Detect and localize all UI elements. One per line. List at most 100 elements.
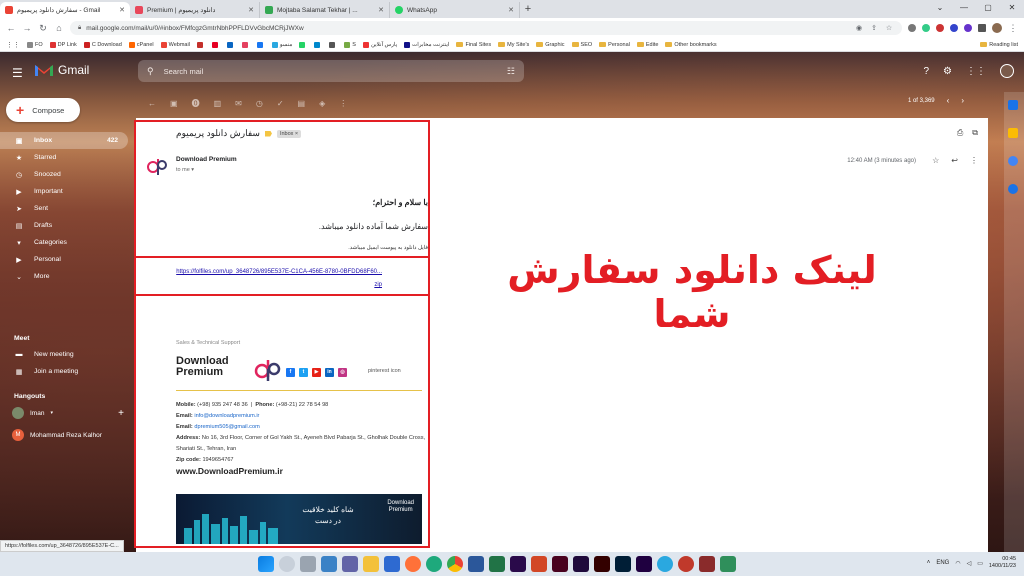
puzzle-icon[interactable] [978, 24, 986, 32]
bookmark-item[interactable] [226, 41, 235, 48]
minimize-icon[interactable]: — [952, 0, 976, 18]
bookmark-item[interactable] [256, 41, 265, 48]
profile-avatar[interactable] [992, 23, 1002, 33]
language-indicator[interactable]: ENG [936, 560, 949, 566]
close-tab-icon[interactable]: ✕ [119, 6, 125, 14]
close-tab-icon[interactable]: ✕ [508, 6, 514, 14]
powerpoint-icon[interactable] [531, 556, 547, 572]
dropdown-icon[interactable]: ⌄ [928, 0, 952, 18]
bookmark-folder[interactable]: Final Sites [456, 42, 491, 48]
new-tab-button[interactable]: + [520, 2, 536, 18]
help-icon[interactable]: ? [923, 66, 929, 77]
bookmark-item[interactable]: FO [27, 41, 43, 48]
settings-gear-icon[interactable]: ⚙ [943, 66, 952, 77]
chrome-icon[interactable] [447, 556, 463, 572]
store-icon[interactable] [384, 556, 400, 572]
tab-gmail[interactable]: سفارش دانلود پریمیوم - Gmail ✕ [0, 2, 130, 18]
print-icon[interactable]: ⎙ [957, 128, 963, 138]
gmail-logo[interactable]: Gmail [34, 63, 89, 77]
windows-start-icon[interactable] [258, 556, 274, 572]
delete-icon[interactable]: ▥ [214, 99, 222, 108]
account-avatar[interactable] [1000, 64, 1014, 78]
firefox-icon[interactable] [405, 556, 421, 572]
prev-page-icon[interactable]: ‹ [947, 96, 950, 105]
chevron-up-icon[interactable]: ˄ [927, 560, 931, 566]
reading-list-button[interactable]: Reading list [980, 42, 1018, 48]
reply-icon[interactable]: ↩ [951, 156, 958, 165]
battery-icon[interactable]: ▭ [977, 560, 983, 567]
bookmark-item[interactable] [211, 41, 220, 48]
tasks-icon[interactable] [1008, 156, 1018, 166]
bookmark-item[interactable]: cPanel [128, 41, 154, 48]
app-icon[interactable] [720, 556, 736, 572]
sidebar-item-snoozed[interactable]: ◷ Snoozed [0, 166, 132, 183]
bookmark-item[interactable]: S [344, 41, 356, 48]
tab-whatsapp[interactable]: WhatsApp ✕ [390, 2, 520, 18]
edge-icon[interactable] [426, 556, 442, 572]
bookmark-item[interactable]: C Download [83, 41, 122, 48]
chat-icon[interactable] [342, 556, 358, 572]
telegram-icon[interactable] [657, 556, 673, 572]
search-options-icon[interactable]: ☷ [507, 66, 515, 77]
bookmark-item[interactable]: منسو [271, 41, 292, 48]
task-view-icon[interactable] [300, 556, 316, 572]
calendar-icon[interactable] [1008, 100, 1018, 110]
after-effects-icon[interactable] [636, 556, 652, 572]
bookmark-folder[interactable]: Personal [599, 42, 630, 48]
bookmark-item[interactable] [241, 41, 250, 48]
bookmark-item[interactable] [299, 41, 307, 48]
extension-icon[interactable] [964, 24, 972, 32]
bookmark-item[interactable] [314, 41, 322, 48]
wifi-icon[interactable]: ◠ [955, 560, 960, 567]
photoshop-icon[interactable] [615, 556, 631, 572]
hangouts-contact[interactable]: M Mohammad Reza Kalhor [0, 426, 132, 444]
extension-icon[interactable] [922, 24, 930, 32]
word-icon[interactable] [468, 556, 484, 572]
illustrator-icon[interactable] [594, 556, 610, 572]
tab-download-premium[interactable]: Premium | دانلود پریمیوم ✕ [130, 2, 260, 18]
report-spam-icon[interactable]: ⓿ [192, 98, 200, 109]
star-icon[interactable]: ☆ [932, 156, 939, 165]
close-tab-icon[interactable]: ✕ [378, 6, 384, 14]
keep-icon[interactable] [1008, 128, 1018, 138]
sidebar-item-important[interactable]: ▶ Important [0, 183, 132, 200]
bookmark-item[interactable] [329, 41, 337, 48]
file-explorer-icon[interactable] [363, 556, 379, 572]
bookmark-star-icon[interactable]: ☆ [884, 24, 894, 32]
bookmark-folder[interactable]: My Site's [498, 42, 529, 48]
tab-mojtaba[interactable]: Mojtaba Salamat Tekhar | ... ✕ [260, 2, 390, 18]
bookmark-item[interactable] [196, 41, 205, 48]
sidebar-item-categories[interactable]: ▾ Categories [0, 234, 132, 251]
app-icon[interactable] [699, 556, 715, 572]
sidebar-item-more[interactable]: ⌄ More [0, 268, 132, 285]
apps-icon[interactable]: ⋮⋮ [6, 41, 20, 49]
sidebar-item-drafts[interactable]: ▤ Drafts [0, 217, 132, 234]
widgets-icon[interactable] [321, 556, 337, 572]
mark-unread-icon[interactable]: ✉ [235, 99, 242, 108]
new-meeting-item[interactable]: ▬ New meeting [0, 346, 132, 363]
indesign-icon[interactable] [552, 556, 568, 572]
view-icon[interactable]: ◉ [854, 24, 864, 32]
sidebar-item-inbox[interactable]: ▣ Inbox 422 [0, 132, 128, 149]
more-actions-icon[interactable]: ⋮ [339, 99, 347, 108]
add-contact-icon[interactable]: + [118, 408, 124, 419]
url-field[interactable]: 🔒︎ mail.google.com/mail/u/0/#inbox/FMfcg… [70, 21, 902, 35]
next-page-icon[interactable]: › [961, 96, 964, 105]
menu-icon[interactable]: ⋮ [1008, 23, 1018, 34]
other-bookmarks-folder[interactable]: Other bookmarks [665, 42, 717, 48]
premiere-icon[interactable] [510, 556, 526, 572]
excel-icon[interactable] [489, 556, 505, 572]
forward-icon[interactable]: → [22, 23, 32, 33]
home-icon[interactable]: ⌂ [54, 23, 64, 33]
search-icon[interactable] [279, 556, 295, 572]
snooze-icon[interactable]: ◷ [256, 99, 263, 108]
extension-icon[interactable] [908, 24, 916, 32]
sidebar-item-sent[interactable]: ➤ Sent [0, 200, 132, 217]
join-meeting-item[interactable]: ▦ Join a meeting [0, 363, 132, 380]
hangouts-user[interactable]: Iman ▾ + [0, 404, 132, 422]
bookmark-folder[interactable]: Graphic [536, 42, 565, 48]
back-icon[interactable]: ← [6, 23, 16, 33]
move-to-icon[interactable]: ▤ [298, 99, 306, 108]
close-tab-icon[interactable]: ✕ [248, 6, 254, 14]
bookmark-folder[interactable]: SEO [571, 42, 592, 48]
